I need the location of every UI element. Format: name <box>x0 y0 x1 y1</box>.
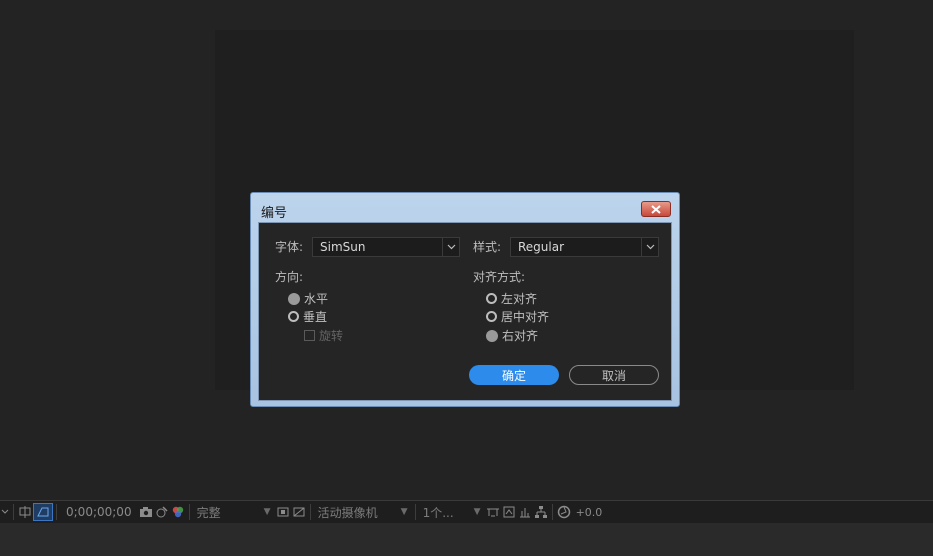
fast-previews-icon[interactable] <box>275 504 291 520</box>
views-value: 1个... <box>422 505 454 520</box>
timeline-icon[interactable] <box>517 504 533 520</box>
chevron-down-icon <box>641 238 658 256</box>
close-icon <box>651 204 661 214</box>
style-select[interactable]: Regular <box>510 237 659 257</box>
close-button[interactable] <box>641 201 671 217</box>
chevron-down-icon: ▼ <box>473 507 481 517</box>
divider <box>188 504 190 520</box>
resolution-value: 完整 <box>196 505 221 520</box>
radio-selected-icon <box>486 329 498 342</box>
chevron-down-icon[interactable] <box>0 504 10 520</box>
numbering-dialog: 编号 字体: SimSun 样式: Regular 方向: 水平 垂直 旋转 对… <box>250 192 680 407</box>
radio-label: 居中对齐 <box>501 310 550 324</box>
align-right-radio[interactable]: 右对齐 <box>486 327 538 344</box>
radio-label: 左对齐 <box>501 292 538 306</box>
align-center-radio[interactable]: 居中对齐 <box>486 308 549 325</box>
alignment-label: 对齐方式: <box>473 270 526 284</box>
chevron-down-icon: ▼ <box>263 507 271 517</box>
checkbox-label: 旋转 <box>319 329 344 343</box>
divider <box>56 504 57 520</box>
style-select-value: Regular <box>518 240 565 254</box>
checkbox-unchecked-icon <box>304 330 315 341</box>
direction-label: 方向: <box>275 270 304 284</box>
font-label: 字体: <box>275 240 304 254</box>
radio-unselected-icon <box>288 311 299 322</box>
resolution-dropdown[interactable]: 完整 ▼ <box>193 504 275 521</box>
viewer-toolbar: 0;00;00;00 完整 ▼ 活动摄像机 ▼ 1个... ▼ +0.0 <box>0 500 933 523</box>
radio-unselected-icon <box>486 311 497 322</box>
camera-dropdown[interactable]: 活动摄像机 ▼ <box>314 504 412 521</box>
divider <box>414 504 416 520</box>
timecode-display[interactable]: 0;00;00;00 <box>60 502 138 522</box>
exposure-reset-icon[interactable] <box>556 504 572 520</box>
dialog-body: 字体: SimSun 样式: Regular 方向: 水平 垂直 旋转 对齐方式… <box>258 222 672 401</box>
views-dropdown[interactable]: 1个... ▼ <box>419 504 485 521</box>
camera-icon[interactable] <box>138 504 154 520</box>
divider <box>13 504 14 520</box>
region-of-interest-icon[interactable] <box>17 504 33 520</box>
toggle-view-icon[interactable] <box>291 504 307 520</box>
camera-value: 活动摄像机 <box>317 505 378 520</box>
rotate-checkbox[interactable]: 旋转 <box>304 327 343 344</box>
timeline-panel <box>0 523 933 556</box>
font-select[interactable]: SimSun <box>312 237 460 257</box>
radio-unselected-icon <box>486 293 497 304</box>
transparency-grid-icon[interactable] <box>33 503 53 521</box>
chevron-down-icon: ▼ <box>400 507 408 517</box>
color-channels-icon[interactable] <box>170 504 186 520</box>
exposure-value[interactable]: +0.0 <box>572 502 603 522</box>
chevron-down-icon <box>442 238 459 256</box>
style-label: 样式: <box>473 240 502 254</box>
radio-selected-icon <box>288 292 300 305</box>
radio-label: 水平 <box>304 292 329 306</box>
ok-button[interactable]: 确定 <box>469 365 559 385</box>
show-snapshot-icon[interactable] <box>154 504 170 520</box>
cancel-button[interactable]: 取消 <box>569 365 659 385</box>
flowchart-icon[interactable] <box>533 504 549 520</box>
font-select-value: SimSun <box>320 240 366 254</box>
align-left-radio[interactable]: 左对齐 <box>486 290 537 307</box>
divider <box>551 504 553 520</box>
direction-horizontal-radio[interactable]: 水平 <box>288 290 328 307</box>
radio-label: 右对齐 <box>502 329 539 343</box>
pixel-aspect-icon[interactable] <box>485 504 501 520</box>
dialog-title: 编号 <box>261 206 288 221</box>
direction-vertical-radio[interactable]: 垂直 <box>288 308 327 325</box>
motion-blur-icon[interactable] <box>501 504 517 520</box>
radio-label: 垂直 <box>303 310 328 324</box>
divider <box>309 504 311 520</box>
